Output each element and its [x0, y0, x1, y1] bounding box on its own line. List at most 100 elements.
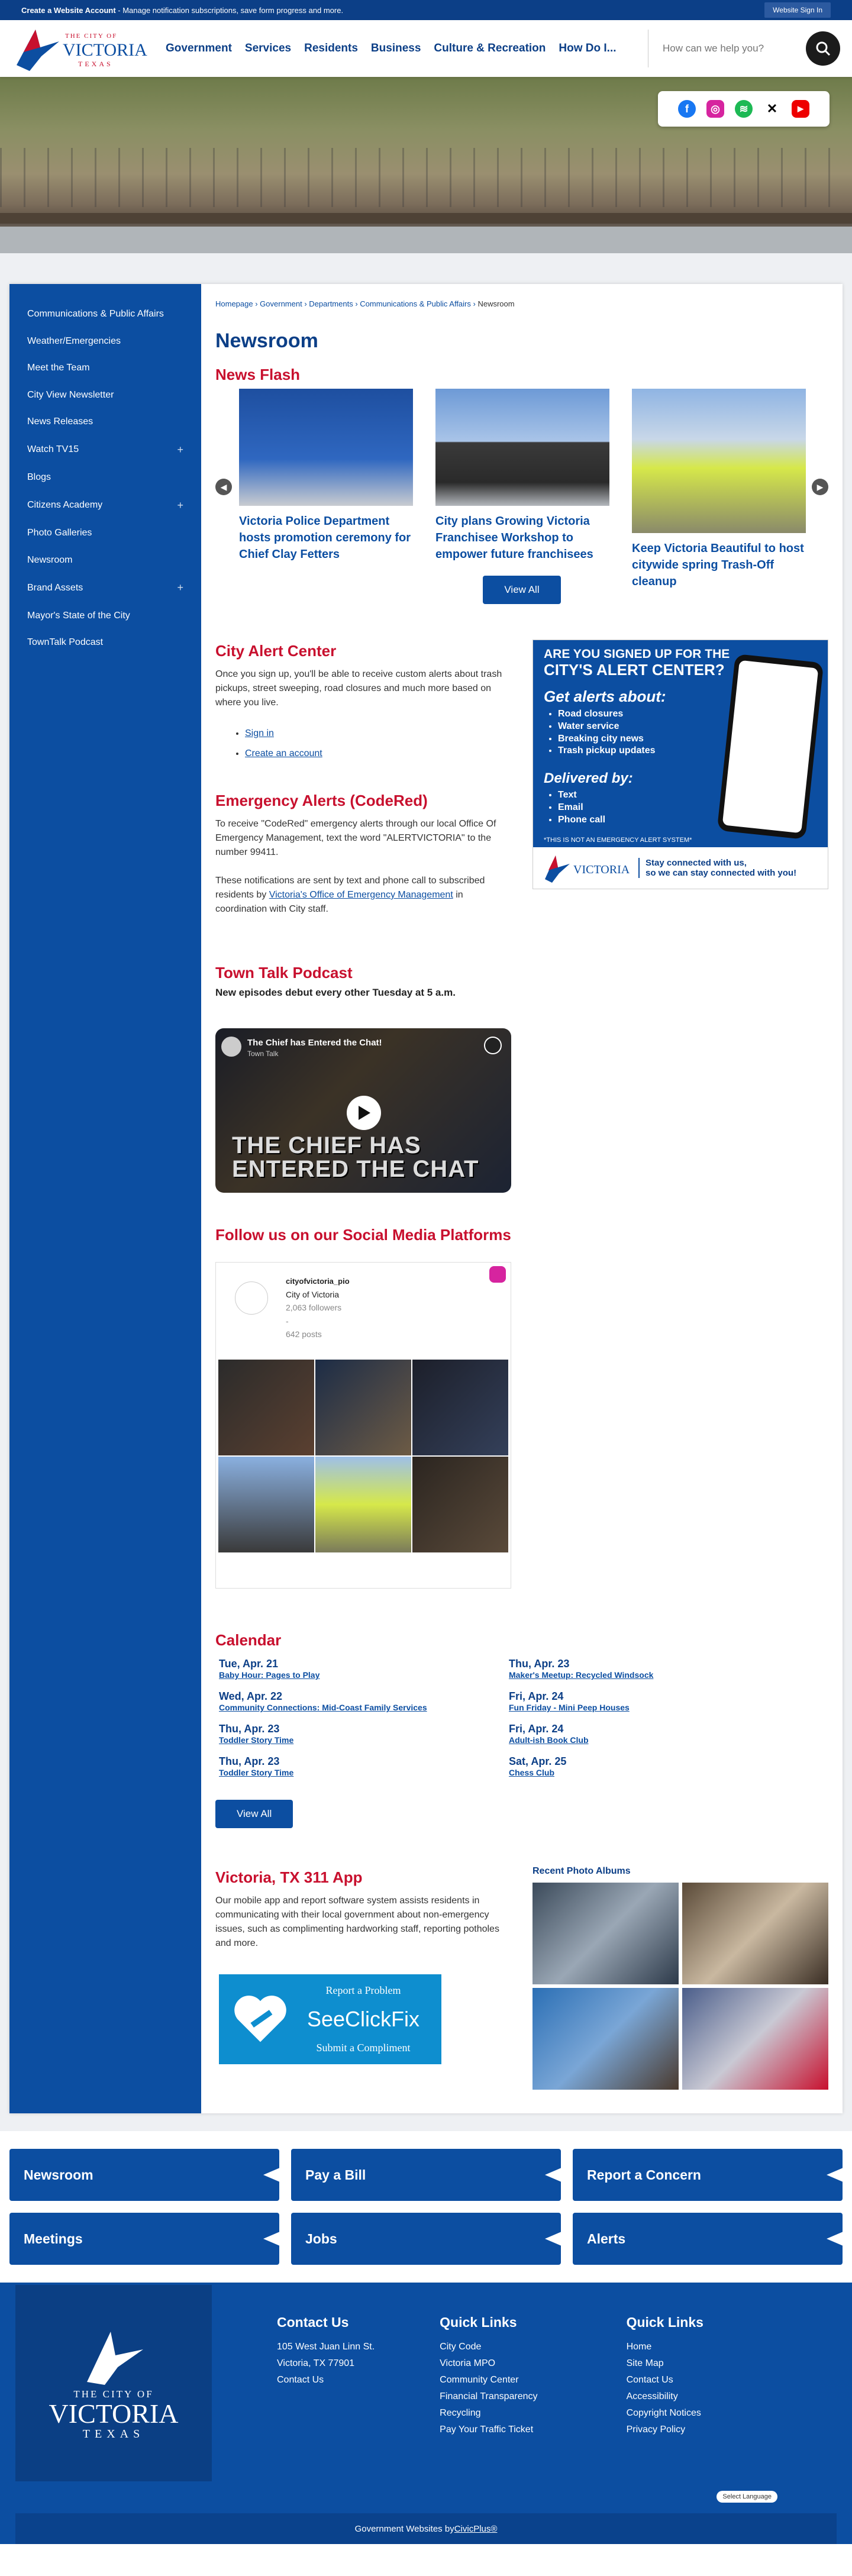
expand-icon[interactable]: +	[177, 443, 183, 457]
jobs-button[interactable]: Jobs	[291, 2213, 561, 2265]
nav-government[interactable]: Government	[166, 20, 232, 77]
footer-link-home[interactable]: Home	[627, 2339, 703, 2355]
news-card-title[interactable]: Victoria Police Department hosts promoti…	[239, 513, 413, 563]
sidebar-item-team[interactable]: Meet the Team	[9, 354, 201, 382]
news-card[interactable]: Keep Victoria Beautiful to host citywide…	[632, 389, 806, 590]
instagram-icon[interactable]	[489, 1266, 506, 1283]
footer-link-community-center[interactable]: Community Center	[440, 2372, 537, 2388]
event-link[interactable]: Chess Club	[509, 1768, 554, 1777]
avatar[interactable]	[235, 1281, 268, 1315]
podcast-video-embed[interactable]: The Chief has Entered the Chat! Town Tal…	[215, 1028, 511, 1193]
newsroom-button[interactable]: Newsroom	[9, 2149, 280, 2201]
footer-link-mpo[interactable]: Victoria MPO	[440, 2355, 537, 2372]
footer-link-sitemap[interactable]: Site Map	[627, 2355, 703, 2372]
language-select[interactable]: Select Language	[717, 2491, 777, 2503]
event-link[interactable]: Adult-ish Book Club	[509, 1735, 589, 1745]
event-link[interactable]: Maker's Meetup: Recycled Windsock	[509, 1670, 653, 1680]
sidebar-item-academy[interactable]: Citizens Academy +	[9, 491, 201, 519]
sidebar-item-communications[interactable]: Communications & Public Affairs	[9, 301, 201, 328]
instagram-post[interactable]	[412, 1457, 508, 1553]
search-input[interactable]	[663, 43, 799, 54]
footer-link-recycling[interactable]: Recycling	[440, 2405, 537, 2422]
civicplus-link[interactable]: CivicPlus®	[454, 2524, 498, 2534]
breadcrumb-government[interactable]: Government	[260, 299, 302, 308]
album-thumbnail[interactable]	[532, 1988, 679, 2090]
carousel-next-icon[interactable]: ▶	[812, 479, 828, 495]
sign-in-button[interactable]: Website Sign In	[764, 2, 831, 18]
footer-link-contact[interactable]: Contact Us	[627, 2372, 703, 2388]
nav-services[interactable]: Services	[245, 20, 291, 77]
event-link[interactable]: Toddler Story Time	[219, 1735, 293, 1745]
sidebar-item-brand[interactable]: Brand Assets +	[9, 573, 201, 602]
alerts-button[interactable]: Alerts	[573, 2213, 843, 2265]
nav-culture-recreation[interactable]: Culture & Recreation	[434, 20, 546, 77]
carousel-prev-icon[interactable]: ◀	[215, 479, 232, 495]
album-thumbnail[interactable]	[532, 1883, 679, 1985]
news-view-all-button[interactable]: View All	[483, 576, 561, 604]
instagram-post[interactable]	[315, 1457, 411, 1553]
event-link[interactable]: Fun Friday - Mini Peep Houses	[509, 1703, 630, 1712]
event-link[interactable]: Community Connections: Mid-Coast Family …	[219, 1703, 427, 1712]
sidebar-item-galleries[interactable]: Photo Galleries	[9, 519, 201, 547]
calendar-view-all-button[interactable]: View All	[215, 1800, 293, 1829]
create-account-link[interactable]: Create a Website Account	[21, 6, 116, 15]
instagram-icon[interactable]: ◎	[706, 100, 724, 118]
sidebar-item-podcast[interactable]: TownTalk Podcast	[9, 629, 201, 656]
news-card[interactable]: Victoria Police Department hosts promoti…	[239, 389, 413, 590]
nav-residents[interactable]: Residents	[304, 20, 358, 77]
instagram-post[interactable]	[218, 1360, 314, 1456]
nav-how-do-i[interactable]: How Do I...	[559, 20, 616, 77]
breadcrumb-home[interactable]: Homepage	[215, 299, 253, 308]
expand-icon[interactable]: +	[177, 498, 183, 512]
pay-bill-button[interactable]: Pay a Bill	[291, 2149, 561, 2201]
album-thumbnail[interactable]	[682, 1988, 828, 2090]
sign-in-link[interactable]: Sign in	[245, 728, 274, 738]
footer-logo[interactable]: THE CITY OF VICTORIA TEXAS	[15, 2285, 212, 2482]
sidebar-item-newsletter[interactable]: City View Newsletter	[9, 382, 201, 409]
city-logo[interactable]: THE CITY OF VICTORIA TEXAS	[12, 24, 148, 73]
footer-link-city-code[interactable]: City Code	[440, 2339, 537, 2355]
expand-icon[interactable]: +	[177, 580, 183, 595]
seeclickfix-banner[interactable]: Report a Problem SeeClickFix Submit a Co…	[219, 1974, 441, 2065]
footer-link-accessibility[interactable]: Accessibility	[627, 2388, 703, 2405]
create-account-link[interactable]: Create an account	[245, 748, 322, 758]
instagram-post[interactable]	[315, 1360, 411, 1456]
news-card-title[interactable]: City plans Growing Victoria Franchisee W…	[435, 513, 609, 563]
x-icon[interactable]: ✕	[763, 100, 781, 118]
instagram-handle[interactable]: cityofvictoria_pio	[286, 1276, 350, 1288]
instagram-post[interactable]	[412, 1360, 508, 1456]
sidebar-item-newsroom[interactable]: Newsroom	[9, 547, 201, 574]
search-button[interactable]	[806, 31, 840, 66]
event-link[interactable]: Toddler Story Time	[219, 1768, 293, 1777]
footer-contact-link[interactable]: Contact Us	[277, 2372, 375, 2388]
alert-center-graphic[interactable]: ARE YOU SIGNED UP FOR THE CITY'S ALERT CE…	[532, 640, 828, 889]
sidebar-item-state-of-city[interactable]: Mayor's State of the City	[9, 602, 201, 630]
album-thumbnail[interactable]	[682, 1883, 828, 1985]
sidebar-item-weather[interactable]: Weather/Emergencies	[9, 328, 201, 355]
spotify-icon[interactable]: ≋	[735, 100, 753, 118]
report-concern-button[interactable]: Report a Concern	[573, 2149, 843, 2201]
news-card[interactable]: City plans Growing Victoria Franchisee W…	[435, 389, 609, 590]
meetings-button[interactable]: Meetings	[9, 2213, 280, 2265]
instagram-post[interactable]	[218, 1457, 314, 1553]
calendar-event: Wed, Apr. 22 Community Connections: Mid-C…	[219, 1690, 462, 1713]
youtube-icon[interactable]: ▶	[792, 100, 809, 118]
podcast-subtitle: New episodes debut every other Tuesday a…	[215, 987, 456, 998]
oem-link[interactable]: Victoria's Office of Emergency Managemen…	[269, 890, 453, 900]
footer-link-traffic-ticket[interactable]: Pay Your Traffic Ticket	[440, 2422, 537, 2438]
sidebar-item-label: Weather/Emergencies	[27, 335, 121, 346]
news-card-title[interactable]: Keep Victoria Beautiful to host citywide…	[632, 540, 806, 590]
sidebar-item-releases[interactable]: News Releases	[9, 408, 201, 435]
sidebar-item-blogs[interactable]: Blogs	[9, 464, 201, 491]
footer-link-financial[interactable]: Financial Transparency	[440, 2388, 537, 2405]
event-link[interactable]: Baby Hour: Pages to Play	[219, 1670, 320, 1680]
sidebar-item-tv15[interactable]: Watch TV15 +	[9, 435, 201, 464]
facebook-icon[interactable]: f	[678, 100, 696, 118]
play-button[interactable]	[347, 1096, 381, 1130]
breadcrumb-communications[interactable]: Communications & Public Affairs	[360, 299, 471, 308]
footer-link-privacy[interactable]: Privacy Policy	[627, 2422, 703, 2438]
nav-business[interactable]: Business	[371, 20, 421, 77]
footer-link-copyright[interactable]: Copyright Notices	[627, 2405, 703, 2422]
albums-title[interactable]: Recent Photo Albums	[532, 1866, 828, 1877]
breadcrumb-departments[interactable]: Departments	[309, 299, 353, 308]
